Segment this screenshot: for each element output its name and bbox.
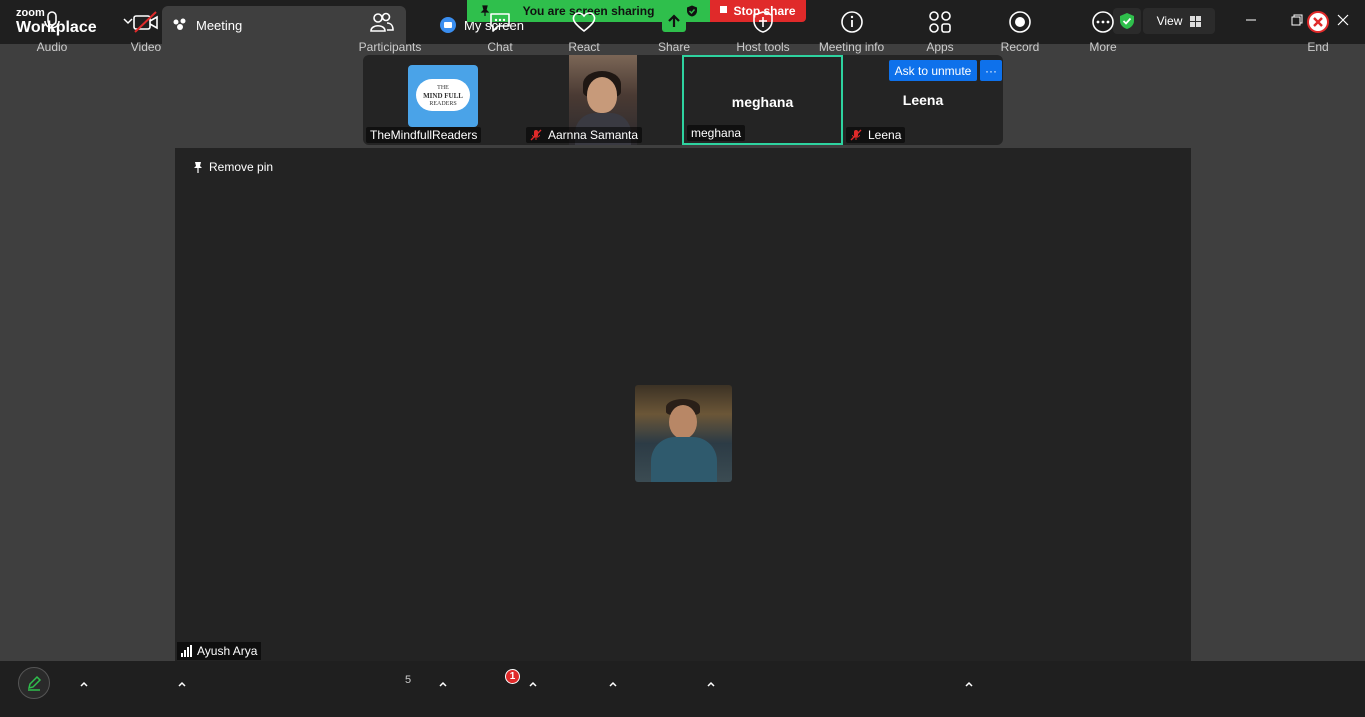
share-button[interactable]: Share xyxy=(652,8,696,54)
participants-icon xyxy=(370,12,394,32)
chevron-up-icon xyxy=(80,681,88,687)
participants-label: Participants xyxy=(358,40,422,54)
tab-label: Meeting xyxy=(196,17,243,33)
speaker-name-label: Ayush Arya xyxy=(177,642,262,660)
react-button[interactable]: React xyxy=(562,8,606,54)
chevron-up-icon xyxy=(178,681,186,687)
info-icon xyxy=(840,11,863,33)
chevron-up-icon xyxy=(707,681,715,687)
video-button[interactable]: Video xyxy=(124,8,168,54)
end-icon xyxy=(1307,11,1329,33)
more-icon xyxy=(1092,11,1114,33)
apps-options-caret[interactable] xyxy=(963,677,975,689)
video-off-icon xyxy=(133,11,158,33)
audio-label: Audio xyxy=(36,40,68,54)
speaker-profile-picture xyxy=(635,385,732,482)
participants-count: 5 xyxy=(405,674,412,686)
apps-button[interactable]: Apps xyxy=(918,8,962,54)
mic-muted-icon xyxy=(530,129,542,141)
participants-options-caret[interactable] xyxy=(437,677,449,689)
record-icon xyxy=(1009,11,1031,33)
pin-icon xyxy=(194,162,202,173)
participants-button[interactable]: Participants xyxy=(355,8,425,54)
video-options-caret[interactable] xyxy=(176,677,188,689)
meeting-icon xyxy=(173,18,186,30)
react-options-caret[interactable] xyxy=(607,677,619,689)
profile-picture: THE MIND FULL READERS xyxy=(408,65,478,127)
chevron-up-icon xyxy=(529,681,537,687)
microphone-icon xyxy=(44,11,60,32)
participant-name: Aarnna Samanta xyxy=(526,127,643,143)
chevron-up-icon xyxy=(439,681,447,687)
pencil-icon xyxy=(27,675,42,691)
participant-tile[interactable]: THE MIND FULL READERS TheMindfullReaders xyxy=(363,55,523,145)
meeting-info-label: Meeting info xyxy=(818,40,885,54)
more-label: More xyxy=(1089,40,1117,54)
chat-icon xyxy=(490,13,510,32)
participant-display-name: meghana xyxy=(731,94,794,110)
remove-pin-button[interactable]: Remove pin xyxy=(193,160,273,174)
record-button[interactable]: Record xyxy=(998,8,1042,54)
share-options-caret[interactable] xyxy=(705,677,717,689)
more-button[interactable]: More xyxy=(1081,8,1125,54)
minimize-icon xyxy=(1246,19,1256,21)
minimize-button[interactable] xyxy=(1241,10,1261,30)
end-label: End xyxy=(1307,40,1329,54)
main-speaker-view: Remove pin Ayush Arya xyxy=(175,148,1191,661)
participant-name: meghana xyxy=(687,125,746,141)
share-label: Share xyxy=(657,40,691,54)
host-tools-button[interactable]: Host tools xyxy=(733,8,793,54)
audio-options-caret[interactable] xyxy=(78,677,90,689)
mic-muted-icon xyxy=(850,129,862,141)
participant-tile-active[interactable]: meghana meghana xyxy=(682,55,843,145)
apps-icon xyxy=(929,11,951,33)
share-screen-icon xyxy=(662,12,686,32)
participant-tile[interactable]: Aarnna Samanta xyxy=(523,55,683,145)
chat-label: Chat xyxy=(487,40,513,54)
chat-unread-badge: 1 xyxy=(505,669,520,684)
screen-icon xyxy=(440,17,456,33)
record-label: Record xyxy=(1000,40,1040,54)
chevron-up-icon xyxy=(965,681,973,687)
host-tools-label: Host tools xyxy=(736,40,790,54)
grid-icon xyxy=(1190,15,1202,27)
participant-name: TheMindfullReaders xyxy=(366,127,482,143)
chat-options-caret[interactable] xyxy=(527,677,539,689)
annotate-button[interactable] xyxy=(18,667,50,699)
video-label: Video xyxy=(130,40,162,54)
chevron-up-icon xyxy=(609,681,617,687)
meeting-toolbar xyxy=(0,661,1365,717)
audio-button[interactable]: Audio xyxy=(30,8,74,54)
heart-icon xyxy=(572,12,596,33)
shield-icon xyxy=(753,11,773,33)
remove-pin-label: Remove pin xyxy=(209,160,274,174)
participant-display-name: Leena xyxy=(902,92,944,108)
view-button[interactable]: View xyxy=(1143,8,1215,34)
ask-to-unmute-button[interactable]: Ask to unmute xyxy=(889,60,977,81)
apps-label: Apps xyxy=(926,40,954,54)
react-label: React xyxy=(568,40,600,54)
participant-name: Leena xyxy=(846,127,906,143)
view-label: View xyxy=(1156,14,1183,28)
meeting-info-button[interactable]: Meeting info xyxy=(814,8,889,54)
end-meeting-button[interactable]: End xyxy=(1296,8,1340,54)
signal-strength-icon xyxy=(181,645,192,657)
chat-button[interactable]: Chat xyxy=(478,8,522,54)
tile-more-options-button[interactable]: ··· xyxy=(980,60,1002,81)
stop-icon xyxy=(720,6,728,13)
